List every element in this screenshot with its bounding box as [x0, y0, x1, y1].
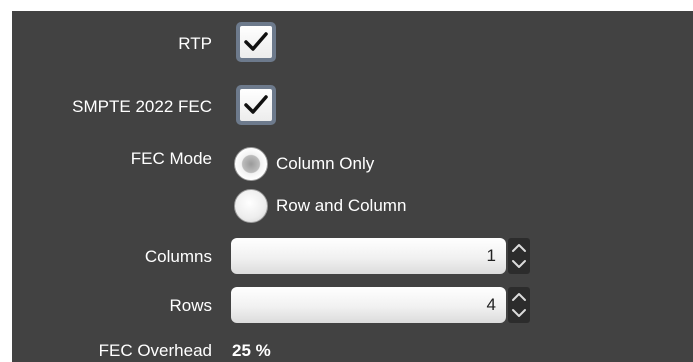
- check-icon: [244, 95, 268, 114]
- fec-mode-radio-row-and-column[interactable]: [234, 189, 268, 223]
- columns-spinner[interactable]: [508, 238, 530, 274]
- smpte-fec-checkbox[interactable]: [236, 85, 276, 125]
- fec-overhead-value: 25 %: [232, 341, 271, 360]
- chevron-up-icon[interactable]: [512, 244, 526, 252]
- smpte-fec-label: SMPTE 2022 FEC: [72, 97, 212, 116]
- chevron-up-icon[interactable]: [512, 293, 526, 301]
- rows-label: Rows: [169, 296, 212, 315]
- rows-input[interactable]: 4: [231, 287, 506, 323]
- fec-overhead-label: FEC Overhead: [98, 341, 212, 360]
- fec-mode-option-row-and-column-label[interactable]: Row and Column: [276, 196, 406, 216]
- fec-mode-option-column-only-label[interactable]: Column Only: [276, 154, 374, 174]
- chevron-down-icon[interactable]: [512, 260, 526, 268]
- check-icon: [244, 32, 268, 51]
- rtp-checkbox[interactable]: [236, 22, 276, 62]
- columns-input[interactable]: 1: [231, 238, 506, 274]
- fec-mode-label: FEC Mode: [130, 149, 212, 168]
- fec-mode-radio-column-only[interactable]: [234, 147, 268, 181]
- rtp-checkbox-box: [240, 26, 272, 58]
- columns-label: Columns: [144, 247, 212, 266]
- chevron-down-icon[interactable]: [512, 309, 526, 317]
- smpte-fec-checkbox-box: [240, 89, 272, 121]
- rtp-label: RTP: [178, 34, 212, 53]
- rows-spinner[interactable]: [508, 287, 530, 323]
